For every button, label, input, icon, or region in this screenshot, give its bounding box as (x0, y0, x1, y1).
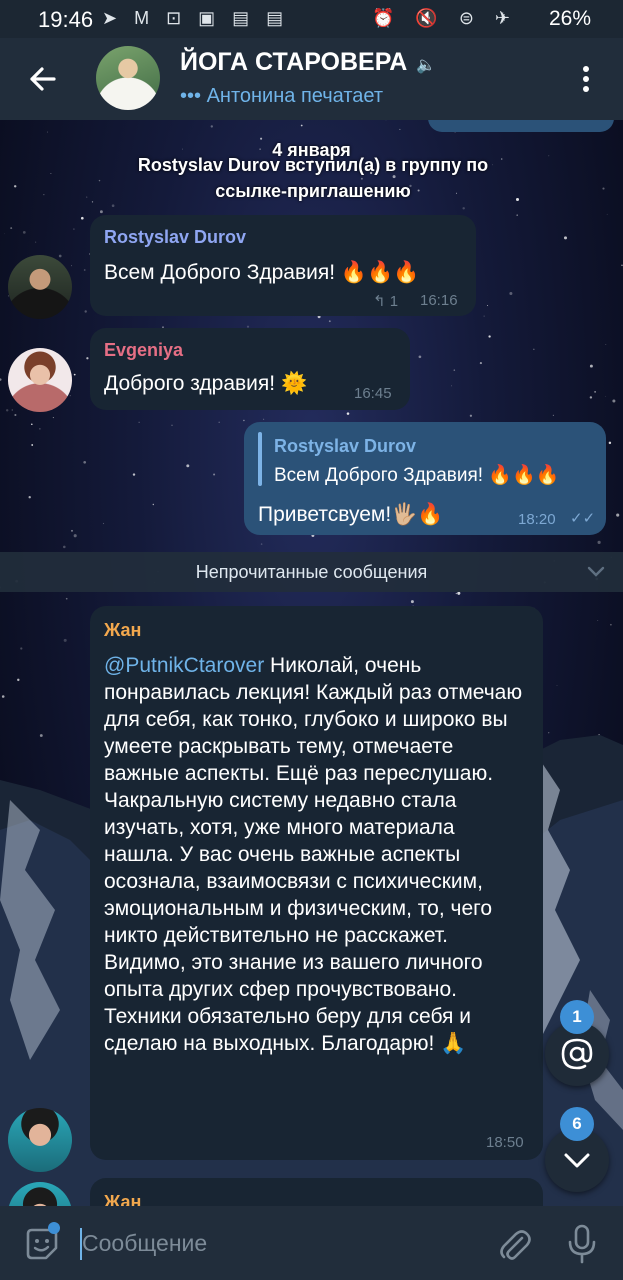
message-bubble[interactable]: Evgeniya Доброго здравия! 🌞 16:45 (90, 328, 410, 410)
arrow-left-icon (30, 67, 56, 91)
service-message-join: Rostyslav Durov вступил(а) в группу по с… (137, 155, 489, 201)
reply-quote-text[interactable]: Всем Доброго Здравия! 🔥🔥🔥 (274, 463, 559, 487)
message-text: Всем Доброго Здравия! 🔥🔥🔥 (104, 261, 420, 284)
message-composer (0, 1206, 623, 1280)
unread-separator: Непрочитанные сообщения (0, 552, 623, 592)
message-time: 18:50 (486, 1134, 524, 1151)
muted-icon: 🔈 (416, 57, 436, 74)
message-time: 16:16 (420, 292, 458, 309)
dot (583, 76, 589, 82)
message-list[interactable]: 4 января Rostyslav Durov вступил(а) в гр… (0, 120, 623, 1206)
microphone-icon (568, 1224, 596, 1264)
sender-name[interactable]: Evgeniya (104, 340, 183, 361)
sender-name[interactable]: Жан (104, 620, 141, 641)
sender-name[interactable]: Rostyslav Durov (104, 227, 246, 248)
message-bubble[interactable]: Rostyslav Durov Всем Доброго Здравия! 🔥🔥… (90, 215, 476, 316)
reply-quote-sender[interactable]: Rostyslav Durov (274, 436, 416, 457)
message-bubble[interactable]: Жан (90, 1178, 543, 1206)
attach-button[interactable] (496, 1224, 532, 1264)
avatar-zhan[interactable] (8, 1108, 72, 1172)
reply-count[interactable]: ↰ 1 (373, 292, 398, 310)
message-time: 16:45 (354, 385, 392, 402)
message-text: Доброго здравия! 🌞 (104, 372, 308, 395)
sender-name[interactable]: Жан (104, 1192, 141, 1206)
status-bar: 19:46 ➤ M ⊡ ▣ ▤ ▤ ⏰ 🔇 ⊜ ✈ 26% (0, 0, 623, 38)
chat-title[interactable]: ЙОГА СТАРОВЕРА (180, 48, 407, 77)
double-check-icon: ✓✓ (570, 510, 596, 527)
chat-header: ЙОГА СТАРОВЕРА 🔈 ••• Антонина печатает (0, 38, 623, 120)
chevron-down-icon (587, 566, 605, 577)
message-bubble[interactable]: Жан @PutnikCtarover Николай, очень понра… (90, 606, 543, 1160)
outgoing-message-bubble[interactable]: Rostyslav Durov Всем Доброго Здравия! 🔥🔥… (244, 422, 606, 535)
back-button[interactable] (22, 58, 64, 100)
message-text: @PutnikCtarover Николай, очень понравила… (104, 652, 529, 1057)
message-input[interactable] (82, 1225, 462, 1261)
message-time: 18:20 (518, 511, 556, 528)
typing-status: ••• Антонина печатает (180, 85, 384, 107)
avatar-evgeniya[interactable] (8, 348, 72, 412)
user-mention-link[interactable]: @PutnikCtarover (104, 654, 264, 677)
reply-quote-bar (258, 432, 262, 486)
avatar-rostyslav-durov[interactable] (8, 255, 72, 319)
dot (583, 66, 589, 72)
previous-message-bubble[interactable] (428, 120, 614, 132)
mentions-count-badge: 1 (560, 1000, 594, 1034)
dot (583, 86, 589, 92)
more-menu-button[interactable] (571, 62, 601, 96)
status-time: 19:46 (38, 7, 94, 32)
unread-label: Непрочитанные сообщения (195, 562, 428, 582)
avatar-zhan[interactable] (8, 1182, 72, 1206)
battery-level: 26% (548, 7, 591, 30)
message-text: Приветсвуем!🖐🏼🔥 (258, 503, 444, 526)
system-status-icons: ⏰ 🔇 ⊜ ✈ (372, 8, 518, 28)
voice-record-button[interactable] (566, 1222, 598, 1266)
unread-count-badge: 6 (560, 1107, 594, 1141)
new-stickers-dot (48, 1222, 60, 1234)
notification-icons: ➤ M ⊡ ▣ ▤ ▤ (102, 8, 290, 28)
group-avatar[interactable] (96, 46, 160, 110)
message-body: Николай, очень понравилась лекция! Кажды… (104, 654, 523, 1055)
paperclip-icon (500, 1230, 531, 1260)
